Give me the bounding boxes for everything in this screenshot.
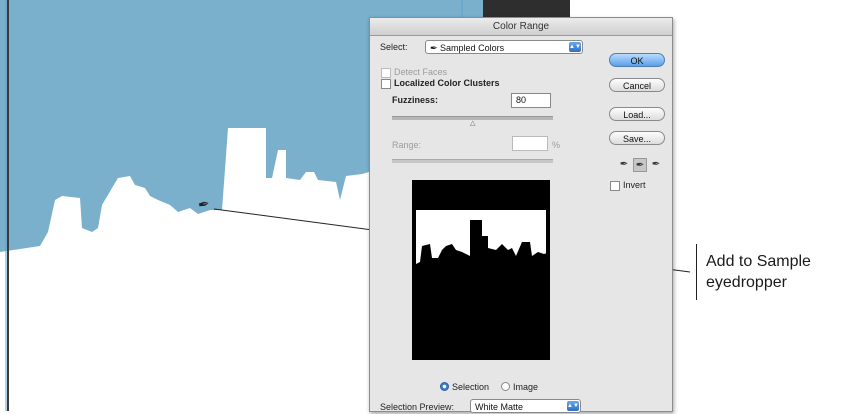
invert-label: Invert: [623, 180, 646, 190]
ok-button[interactable]: OK: [609, 53, 665, 67]
add-to-sample-eyedropper-icon[interactable]: ✒: [633, 158, 647, 172]
callout-line-1: Add to Sample: [706, 253, 811, 270]
selection-radio[interactable]: [440, 382, 449, 391]
fuzziness-slider-thumb[interactable]: △: [470, 119, 475, 127]
color-range-dialog: Color Range Select: ✒ Sampled Colors ▲▼ …: [369, 17, 673, 413]
load-button[interactable]: Load...: [609, 107, 665, 121]
subtract-from-sample-eyedropper-icon[interactable]: ✒: [649, 158, 663, 172]
localized-clusters-checkbox[interactable]: [381, 79, 391, 89]
fuzziness-label: Fuzziness:: [392, 95, 439, 105]
select-dropdown[interactable]: ✒ Sampled Colors ▲▼: [425, 40, 583, 54]
chevron-updown-icon: ▲▼: [567, 401, 579, 411]
image-radio-label: Image: [513, 382, 539, 392]
cancel-button[interactable]: Cancel: [609, 78, 665, 92]
fuzziness-field[interactable]: 80: [511, 93, 551, 108]
image-radio[interactable]: [501, 382, 510, 391]
range-label: Range:: [392, 140, 422, 150]
callout-bracket: [696, 244, 697, 300]
invert-checkbox[interactable]: [610, 181, 620, 191]
detect-faces-checkbox[interactable]: [381, 68, 391, 78]
callout-line-2: eyedropper: [706, 274, 787, 291]
save-button[interactable]: Save...: [609, 131, 665, 145]
range-field[interactable]: [512, 136, 548, 151]
select-label: Select:: [380, 42, 408, 52]
window-frame-edge: [7, 0, 9, 411]
eyedropper-icon: ✒: [430, 43, 441, 53]
chevron-updown-icon: ▲▼: [569, 42, 581, 52]
selection-preview: [412, 180, 550, 360]
dialog-title: Color Range: [370, 18, 672, 36]
detect-faces-label: Detect Faces: [394, 67, 448, 77]
range-slider[interactable]: [392, 159, 553, 163]
eyedropper-tool-icon[interactable]: ✒: [617, 158, 631, 172]
select-value: Sampled Colors: [440, 43, 505, 53]
range-unit: %: [552, 140, 561, 150]
selection-radio-label: Selection: [452, 382, 490, 392]
localized-clusters-label: Localized Color Clusters: [394, 78, 500, 88]
preview-mask-image: [412, 180, 550, 360]
callout-label: Add to Sample eyedropper: [706, 251, 811, 293]
